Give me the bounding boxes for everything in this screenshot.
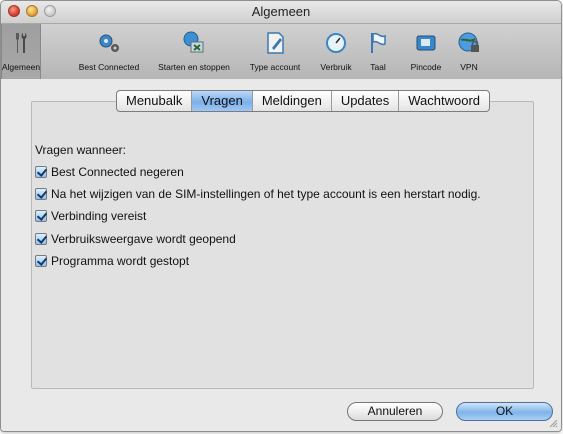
gears-icon xyxy=(99,34,119,52)
checkbox-verbruiksweergave[interactable] xyxy=(35,233,47,245)
toolbar-item-starten-en-stoppen[interactable]: Starten en stoppen xyxy=(151,24,237,79)
globe-lock-icon xyxy=(458,32,479,52)
tab-menubalk[interactable]: Menubalk xyxy=(117,91,193,111)
checkbox-row-verbinding-vereist[interactable]: Verbinding vereist xyxy=(35,209,146,223)
tools-icon xyxy=(16,33,27,53)
toolbar-item-pincode[interactable]: Pincode xyxy=(404,24,448,79)
toolbar-label-best-connected: Best Connected xyxy=(78,62,140,72)
checkbox-verbinding-vereist[interactable] xyxy=(35,210,47,222)
toolbar-label-vpn: VPN xyxy=(460,62,478,72)
toolbar-label-starten-en-stoppen: Starten en stoppen xyxy=(158,62,230,72)
checkbox-row-best-connected-negeren[interactable]: Best Connected negeren xyxy=(35,165,184,179)
checkbox-label: Verbruiksweergave wordt geopend xyxy=(51,232,236,246)
cancel-button[interactable]: Annuleren xyxy=(347,402,443,421)
toolbar-label-verbruik: Verbruik xyxy=(320,62,352,72)
toolbar-label-type-account: Type account xyxy=(249,62,301,72)
toolbar-item-type-account[interactable]: Type account xyxy=(244,24,306,79)
tab-updates[interactable]: Updates xyxy=(332,91,400,111)
checkbox-row-programma-gestopt[interactable]: Programma wordt gestopt xyxy=(35,254,189,268)
checkbox-label: Best Connected negeren xyxy=(51,165,184,179)
checkbox-best-connected-negeren[interactable] xyxy=(35,166,47,178)
checkbox-label: Programma wordt gestopt xyxy=(51,254,190,268)
toolbar-item-algemeen[interactable]: Algemeen xyxy=(1,24,41,79)
questions-heading: Vragen wanneer: xyxy=(35,143,126,157)
checkbox-label: Verbinding vereist xyxy=(51,209,147,223)
checkbox-label: Na het wijzigen van de SIM-instellingen … xyxy=(51,187,481,201)
toolbar-item-vpn[interactable]: VPN xyxy=(454,24,484,79)
preferences-content: Menubalk Vragen Meldingen Updates Wachtw… xyxy=(1,79,561,431)
toolbar-label-algemeen: Algemeen xyxy=(1,62,41,72)
toolbar-item-verbruik[interactable]: Verbruik xyxy=(313,24,359,79)
tab-vragen[interactable]: Vragen xyxy=(192,91,253,111)
toolbar-label-taal: Taal xyxy=(370,62,386,72)
window-title: Algemeen xyxy=(251,4,311,19)
toolbar-label-pincode: Pincode xyxy=(410,62,442,72)
sim-card-icon xyxy=(416,35,436,51)
ok-button[interactable]: OK xyxy=(456,402,553,421)
tab-meldingen[interactable]: Meldingen xyxy=(253,91,332,111)
document-account-icon xyxy=(267,32,284,54)
toolbar-item-taal[interactable]: Taal xyxy=(363,24,393,79)
gauge-icon xyxy=(326,33,346,53)
start-stop-icon xyxy=(183,31,204,53)
resize-grip-icon[interactable] xyxy=(548,418,558,428)
checkbox-row-herstart-nodig[interactable]: Na het wijzigen van de SIM-instellingen … xyxy=(35,187,481,201)
flag-icon xyxy=(371,32,386,53)
preferences-window: Algemeen Algemeen Best Connected Starten… xyxy=(0,0,562,432)
toolbar-item-best-connected[interactable]: Best Connected xyxy=(73,24,145,79)
checkbox-row-verbruiksweergave[interactable]: Verbruiksweergave wordt geopend xyxy=(35,232,236,246)
preferences-toolbar: Algemeen Best Connected Starten en stopp… xyxy=(1,24,561,80)
checkbox-programma-gestopt[interactable] xyxy=(35,255,47,267)
tab-bar: Menubalk Vragen Meldingen Updates Wachtw… xyxy=(116,90,491,112)
title-bar: Algemeen xyxy=(1,1,561,24)
checkbox-herstart-nodig[interactable] xyxy=(35,188,47,200)
tab-wachtwoord[interactable]: Wachtwoord xyxy=(399,91,489,111)
